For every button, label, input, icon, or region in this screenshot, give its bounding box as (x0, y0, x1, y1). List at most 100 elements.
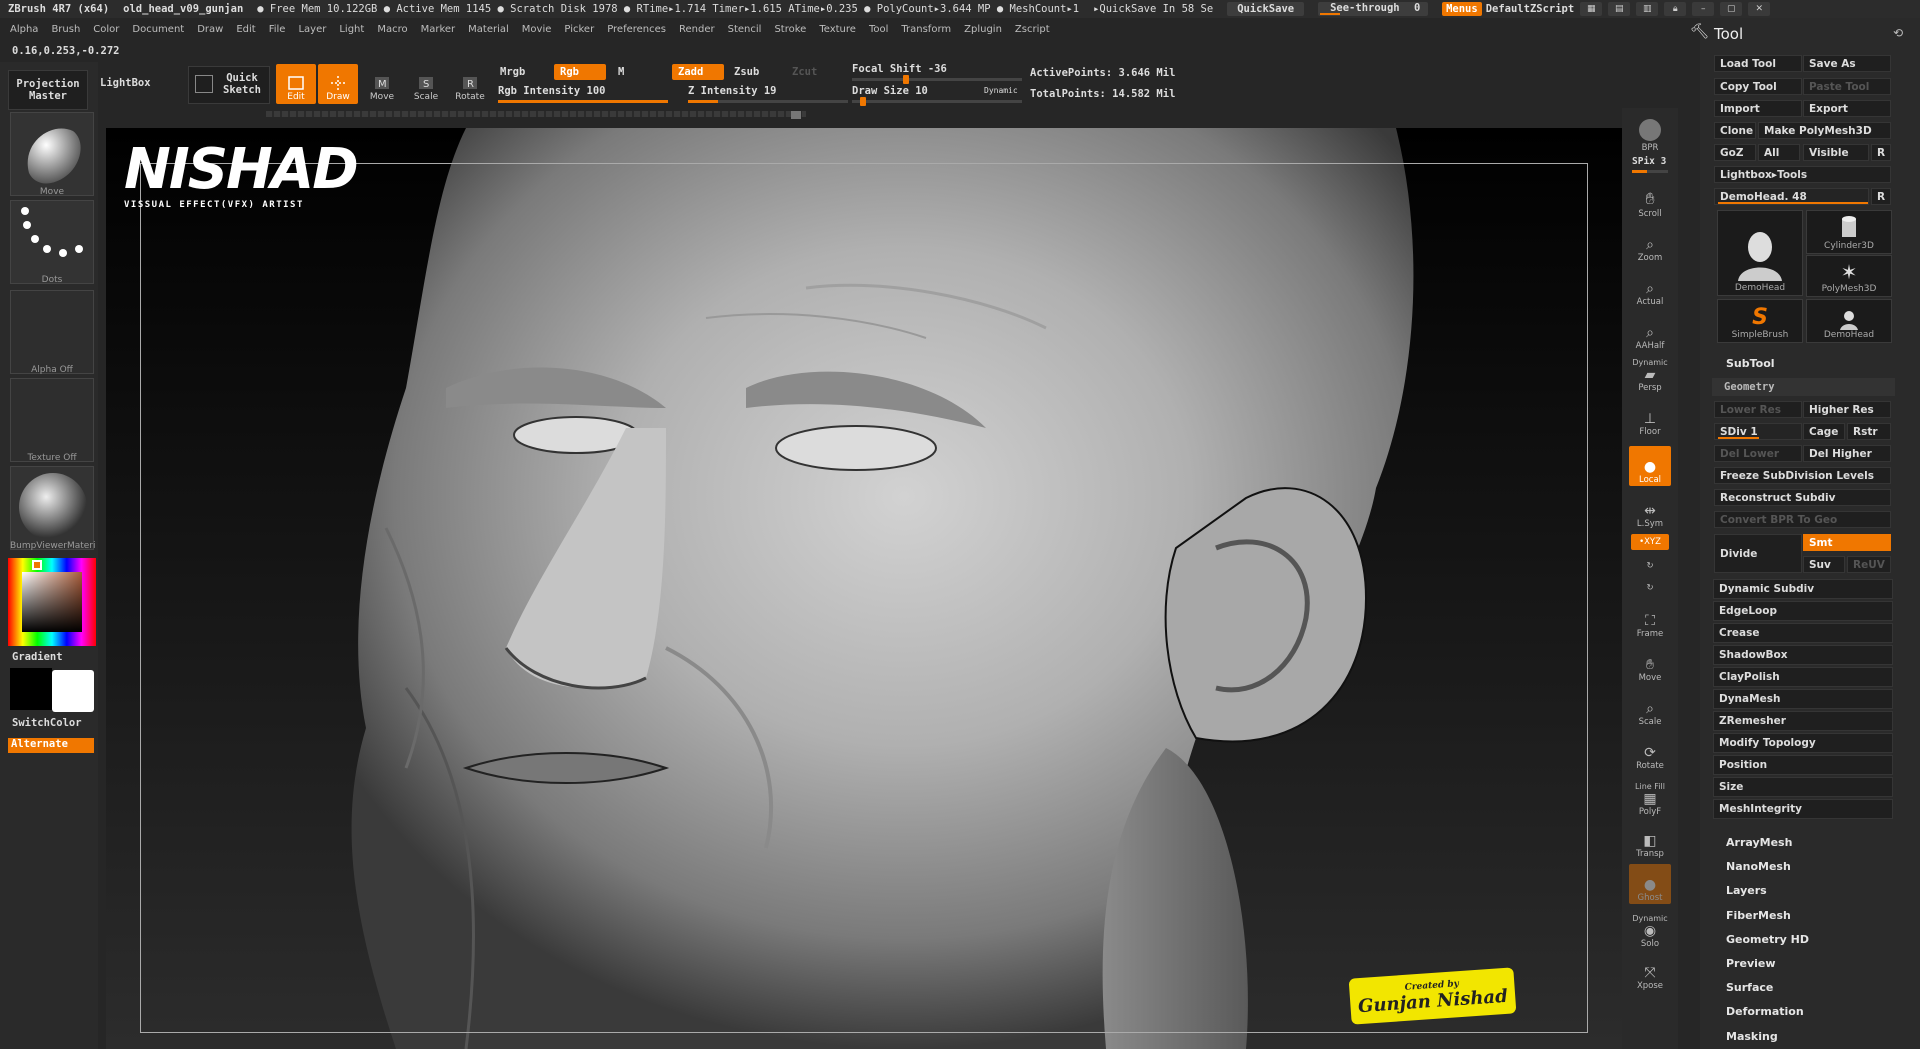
palette-collapse-icon[interactable]: ⟲ (1893, 26, 1903, 40)
lock-icon[interactable]: 🔒︎ (1664, 2, 1687, 16)
secondary-color-swatch[interactable] (10, 668, 52, 710)
geometry-edgeloop[interactable]: EdgeLoop (1713, 601, 1893, 621)
menu-picker[interactable]: Picker (564, 24, 594, 35)
switchcolor-button[interactable]: SwitchColor (12, 717, 82, 729)
make-polymesh3d-button[interactable]: Make PolyMesh3D (1758, 122, 1891, 139)
zsub-button[interactable]: Zsub (728, 64, 765, 80)
zadd-button[interactable]: Zadd (672, 64, 724, 80)
primary-color-swatch[interactable] (52, 670, 94, 712)
subpalette-preview[interactable]: Preview (1726, 957, 1776, 970)
menu-material[interactable]: Material (468, 24, 509, 35)
edit-button[interactable]: Edit (276, 64, 316, 104)
minimize-icon[interactable]: – (1692, 2, 1715, 16)
spix-slider[interactable] (1632, 170, 1668, 173)
draw-button[interactable]: Draw (318, 64, 358, 104)
move-button[interactable]: M Move (362, 64, 402, 104)
see-through-slider[interactable]: See-through 0 (1318, 2, 1429, 16)
demohead-thumbnail[interactable]: DemoHead (1717, 210, 1803, 296)
maximize-icon[interactable]: ▢ (1720, 2, 1743, 16)
z-intensity-slider[interactable] (688, 100, 848, 103)
rotate-button[interactable]: R Rotate (450, 64, 490, 104)
frame-button[interactable]: ⛶ Frame (1629, 600, 1671, 640)
menu-file[interactable]: File (269, 24, 286, 35)
lightbox-button[interactable]: LightBox (100, 77, 151, 89)
clone-button[interactable]: Clone (1714, 122, 1756, 139)
goz-all-button[interactable]: All (1758, 144, 1800, 161)
rotate-z-button[interactable]: ↻ (1629, 574, 1671, 594)
menu-zplugin[interactable]: Zplugin (964, 24, 1002, 35)
del-lower-button[interactable]: Del Lower (1714, 445, 1802, 462)
menu-draw[interactable]: Draw (197, 24, 223, 35)
mrgb-button[interactable]: Mrgb (494, 64, 531, 80)
move-view-button[interactable]: ✋︎ Move (1629, 644, 1671, 684)
quick-sketch-button[interactable]: Quick Sketch (188, 66, 270, 104)
m-button[interactable]: M (612, 64, 630, 80)
goz-button[interactable]: GoZ (1714, 144, 1756, 161)
spix-label[interactable]: SPix 3 (1632, 156, 1666, 167)
polyf-button[interactable]: Line Fill ▦ PolyF (1629, 772, 1671, 818)
menu-document[interactable]: Document (132, 24, 184, 35)
geometry-claypolish[interactable]: ClayPolish (1713, 667, 1893, 687)
geometry-header[interactable]: Geometry (1712, 378, 1895, 396)
goz-visible-button[interactable]: Visible (1803, 144, 1869, 161)
stroke-thumbnail[interactable] (10, 200, 94, 284)
tool-palette-title[interactable]: Tool (1714, 25, 1743, 43)
paste-tool-button[interactable]: Paste Tool (1803, 78, 1891, 95)
menu-edit[interactable]: Edit (236, 24, 255, 35)
higher-res-button[interactable]: Higher Res (1803, 401, 1891, 418)
close-icon[interactable]: ✕ (1748, 2, 1771, 16)
subpalette-surface[interactable]: Surface (1726, 981, 1773, 994)
current-tool-slider[interactable]: DemoHead. 48 (1714, 188, 1869, 205)
current-tool-r-button[interactable]: R (1871, 188, 1891, 205)
polymesh3d-thumbnail[interactable]: ✶ PolyMesh3D (1806, 255, 1892, 297)
menu-render[interactable]: Render (679, 24, 715, 35)
menu-tool[interactable]: Tool (869, 24, 888, 35)
scroll-button[interactable]: ✋︎ Scroll (1629, 180, 1671, 220)
color-square[interactable] (22, 572, 82, 632)
geometry-dynamesh[interactable]: DynaMesh (1713, 689, 1893, 709)
geometry-zremesher[interactable]: ZRemesher (1713, 711, 1893, 731)
reconstruct-subdiv-button[interactable]: Reconstruct Subdiv (1714, 489, 1891, 506)
rgb-intensity-label[interactable]: Rgb Intensity 100 (498, 85, 605, 97)
quicksave-button[interactable]: QuickSave (1227, 2, 1305, 16)
divide-button[interactable]: Divide (1714, 534, 1802, 573)
menu-stroke[interactable]: Stroke (774, 24, 806, 35)
scale-view-button[interactable]: ⌕ Scale (1629, 688, 1671, 728)
texture-thumbnail[interactable] (10, 378, 94, 462)
menu-stencil[interactable]: Stencil (728, 24, 762, 35)
lower-res-button[interactable]: Lower Res (1714, 401, 1802, 418)
menu-zscript[interactable]: Zscript (1015, 24, 1050, 35)
material-thumbnail[interactable] (10, 466, 94, 550)
freeze-subdivision-button[interactable]: Freeze SubDivision Levels (1714, 467, 1891, 484)
load-tool-button[interactable]: Load Tool (1714, 55, 1802, 72)
save-as-button[interactable]: Save As (1803, 55, 1891, 72)
reuv-button[interactable]: ReUV (1847, 556, 1891, 573)
cage-button[interactable]: Cage (1803, 423, 1845, 440)
menu-light[interactable]: Light (339, 24, 364, 35)
rotate-y-button[interactable]: ↻ (1629, 552, 1671, 572)
menu-preferences[interactable]: Preferences (607, 24, 666, 35)
color-picker[interactable] (8, 558, 96, 646)
zoom-button[interactable]: ⌕ Zoom (1629, 224, 1671, 264)
menu-transform[interactable]: Transform (901, 24, 951, 35)
floor-button[interactable]: ⊥ Floor (1629, 398, 1671, 438)
brush-thumbnail[interactable] (10, 112, 94, 196)
subpalette-nanomesh[interactable]: NanoMesh (1726, 860, 1791, 873)
dynamic-toggle[interactable]: Dynamic (984, 86, 1018, 95)
menu-texture[interactable]: Texture (819, 24, 856, 35)
layout-icon[interactable]: ▦ (1580, 2, 1603, 16)
geometry-position[interactable]: Position (1713, 755, 1893, 775)
subpalette-geometry-hd[interactable]: Geometry HD (1726, 933, 1809, 946)
bpr-button[interactable]: BPR (1629, 114, 1671, 154)
rstr-button[interactable]: Rstr (1847, 423, 1891, 440)
geometry-shadowbox[interactable]: ShadowBox (1713, 645, 1893, 665)
demohead-2-thumbnail[interactable]: DemoHead (1806, 299, 1892, 343)
zcut-button[interactable]: Zcut (786, 64, 823, 80)
rotate-view-button[interactable]: ⟳ Rotate (1629, 732, 1671, 772)
local-button[interactable]: ● Local (1629, 446, 1671, 486)
scale-button[interactable]: S Scale (406, 64, 446, 104)
layout-2-icon[interactable]: ▤ (1608, 2, 1631, 16)
smt-toggle[interactable]: Smt (1803, 534, 1891, 551)
layout-3-icon[interactable]: ▥ (1636, 2, 1659, 16)
default-zscript-button[interactable]: DefaultZScript (1486, 3, 1575, 15)
